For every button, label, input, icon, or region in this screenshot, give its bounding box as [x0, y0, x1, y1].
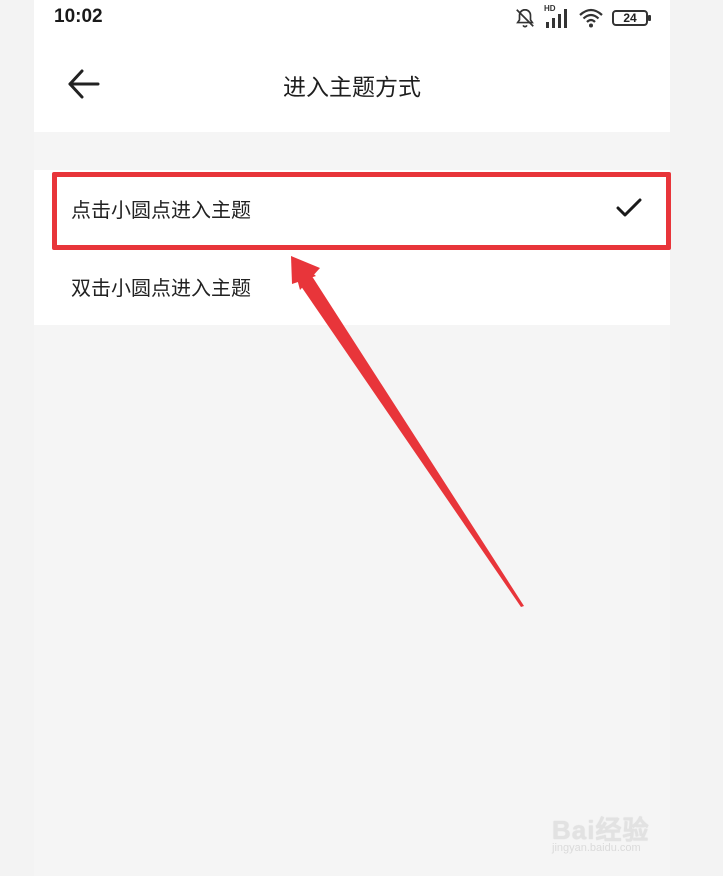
status-time: 10:02	[54, 6, 103, 27]
battery-icon: 24	[612, 10, 651, 26]
bell-muted-icon	[514, 7, 536, 29]
wifi-icon	[578, 7, 604, 29]
watermark-url: jingyan.baidu.com	[552, 842, 641, 854]
status-bar: 10:02 HD 24	[34, 0, 670, 36]
baidu-watermark: Bai经验 jingyan.baidu.com	[552, 800, 692, 860]
app-header: 进入主题方式	[34, 36, 670, 132]
status-icons: HD 24	[514, 4, 651, 31]
signal-icon: HD	[544, 4, 570, 30]
option-double-tap[interactable]: 双击小圆点进入主题	[34, 248, 670, 326]
option-single-tap[interactable]: 点击小圆点进入主题	[34, 170, 670, 248]
phone-screen: 10:02 HD 24 进入主题方式 点击小圆点进入主题 双击小圆点进入主题	[34, 0, 670, 876]
option-label: 双击小圆点进入主题	[71, 276, 251, 300]
option-list: 点击小圆点进入主题 双击小圆点进入主题	[34, 170, 670, 325]
checkmark-icon	[614, 192, 644, 222]
page-title: 进入主题方式	[283, 75, 421, 101]
option-label: 点击小圆点进入主题	[71, 198, 251, 222]
